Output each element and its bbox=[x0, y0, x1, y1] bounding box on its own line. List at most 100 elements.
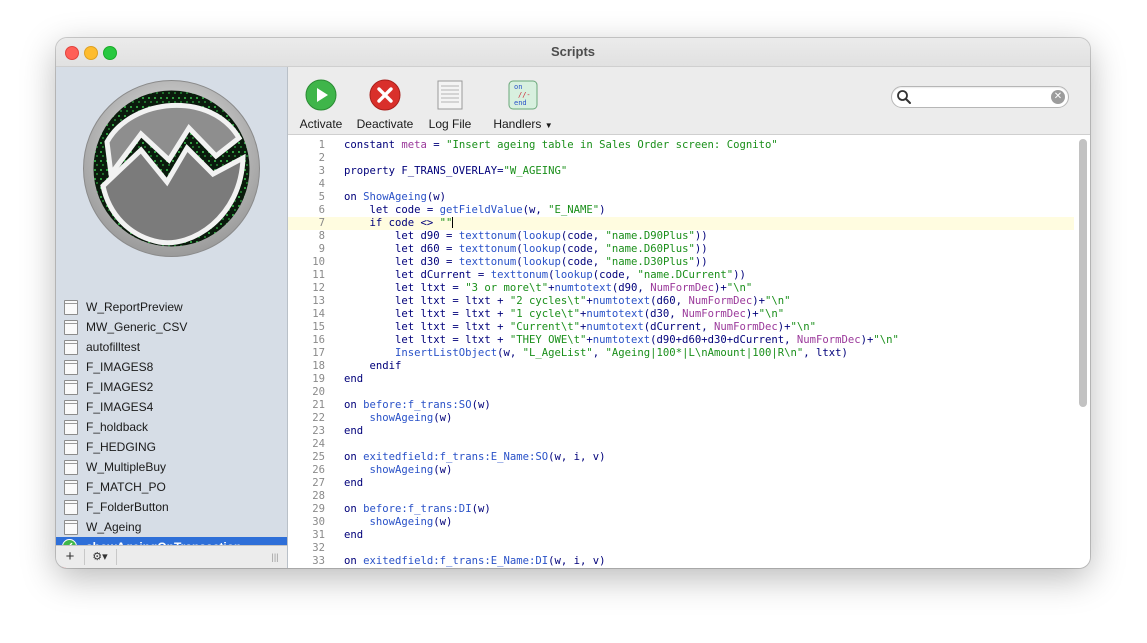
code-token: showAgeing bbox=[344, 516, 434, 528]
code-token: )+ bbox=[860, 334, 874, 346]
code-text: InsertListObject(w, "L_AgeList", "Ageing… bbox=[344, 347, 848, 360]
code-token: "name.D60Plus" bbox=[605, 243, 695, 255]
code-line[interactable]: 33 on exitedfield:f_trans:E_Name:DI(w, i,… bbox=[288, 555, 1074, 568]
code-line[interactable]: 26 showAgeing(w) bbox=[288, 464, 1074, 477]
code-line[interactable]: 12 let ltxt = "3 or more\t"+numtotext(d9… bbox=[288, 282, 1074, 295]
line-number: 23 bbox=[312, 425, 325, 437]
line-number: 21 bbox=[312, 399, 325, 411]
script-list-item[interactable]: F_MATCH_PO bbox=[56, 477, 287, 497]
code-line[interactable]: 4 bbox=[288, 178, 1074, 191]
code-token: NumFormDec bbox=[796, 334, 861, 346]
code-token: let d30 = bbox=[344, 256, 459, 268]
activate-button[interactable]: Activate bbox=[298, 79, 344, 131]
line-number: 1 bbox=[318, 139, 325, 151]
code-line[interactable]: 31 end bbox=[288, 529, 1074, 542]
code-line[interactable]: 19 end bbox=[288, 373, 1074, 386]
code-line[interactable]: 25 on exitedfield:f_trans:E_Name:SO(w, i,… bbox=[288, 451, 1074, 464]
line-number: 2 bbox=[318, 152, 325, 164]
code-token: numtotext bbox=[592, 295, 651, 307]
handlers-menu-button[interactable]: on //- end Handlers ▼ bbox=[492, 79, 554, 131]
code-token: )+ bbox=[752, 295, 765, 307]
code-line[interactable]: 29 on before:f_trans:DI(w) bbox=[288, 503, 1074, 516]
script-name: F_IMAGES8 bbox=[86, 360, 154, 374]
script-list-item[interactable]: W_ReportPreview bbox=[56, 297, 287, 317]
line-number: 6 bbox=[318, 204, 325, 216]
code-line[interactable]: 21 on before:f_trans:SO(w) bbox=[288, 399, 1074, 412]
resize-handle[interactable]: ||| bbox=[267, 546, 283, 568]
line-number: 19 bbox=[312, 373, 325, 385]
code-line[interactable]: 6 let code = getFieldValue(w, "E_NAME") bbox=[288, 204, 1074, 217]
code-line[interactable]: 2 bbox=[288, 152, 1074, 165]
line-number: 13 bbox=[312, 295, 325, 307]
code-token: (w) bbox=[426, 191, 447, 203]
code-token: let dCurrent = bbox=[344, 269, 491, 281]
code-token: numtotext bbox=[586, 321, 644, 333]
code-line[interactable]: 9 let d60 = texttonum(lookup(code, "name… bbox=[288, 243, 1074, 256]
code-line[interactable]: 7 if code <> "" bbox=[288, 217, 1074, 230]
script-document-icon bbox=[64, 340, 78, 355]
script-sidebar: W_ReportPreview MW_Generic_CSV autofilltes… bbox=[56, 67, 288, 568]
code-token: (w, i, v) bbox=[548, 555, 606, 567]
code-line[interactable]: 32 bbox=[288, 542, 1074, 555]
script-list-item[interactable]: W_Ageing bbox=[56, 517, 287, 537]
play-icon bbox=[305, 79, 337, 111]
script-list-item[interactable]: F_FolderButton bbox=[56, 497, 287, 517]
script-list-item[interactable]: F_holdback bbox=[56, 417, 287, 437]
code-line[interactable]: 28 bbox=[288, 490, 1074, 503]
code-line[interactable]: 27 end bbox=[288, 477, 1074, 490]
script-list-item[interactable]: MW_Generic_CSV bbox=[56, 317, 287, 337]
code-line[interactable]: 23 end bbox=[288, 425, 1074, 438]
search-field[interactable]: ✕ bbox=[891, 86, 1069, 108]
add-script-button[interactable]: + bbox=[60, 546, 80, 568]
script-name: F_FolderButton bbox=[86, 500, 169, 514]
code-line[interactable]: 14 let ltxt = ltxt + "1 cycle\t"+numtote… bbox=[288, 308, 1074, 321]
script-document-icon bbox=[64, 480, 78, 495]
handlers-icon-text-on: on bbox=[514, 83, 522, 91]
code-text: constant meta = "Insert ageing table in … bbox=[344, 139, 778, 152]
code-token: let ltxt = ltxt + bbox=[344, 308, 510, 320]
clear-search-icon[interactable]: ✕ bbox=[1051, 90, 1065, 104]
code-line[interactable]: 11 let dCurrent = texttonum(lookup(code,… bbox=[288, 269, 1074, 282]
code-editor[interactable]: 1 constant meta = "Insert ageing table in… bbox=[288, 135, 1090, 568]
code-text: property F_TRANS_OVERLAY="W_AGEING" bbox=[344, 165, 567, 178]
toolbar: Activate Deactivate Log File on //- end … bbox=[288, 67, 1090, 135]
code-token: (d60, bbox=[650, 295, 689, 307]
code-token: NumFormDec bbox=[650, 282, 714, 294]
deactivate-button[interactable]: Deactivate bbox=[356, 79, 414, 131]
script-document-icon bbox=[64, 500, 78, 515]
code-token: if code <> bbox=[344, 217, 440, 229]
code-line[interactable]: 1 constant meta = "Insert ageing table in… bbox=[288, 139, 1074, 152]
script-list-item[interactable]: F_IMAGES8 bbox=[56, 357, 287, 377]
line-number: 12 bbox=[312, 282, 325, 294]
code-line[interactable]: 3 property F_TRANS_OVERLAY="W_AGEING" bbox=[288, 165, 1074, 178]
log-file-button[interactable]: Log File bbox=[428, 79, 472, 131]
code-line[interactable]: 5 on ShowAgeing(w) bbox=[288, 191, 1074, 204]
script-name: W_MultipleBuy bbox=[86, 460, 167, 474]
script-list-item[interactable]: F_HEDGING bbox=[56, 437, 287, 457]
code-token: texttonum bbox=[458, 230, 517, 242]
code-text: on exitedfield:f_trans:E_Name:DI(w, i, v… bbox=[344, 555, 606, 568]
code-line[interactable]: 24 bbox=[288, 438, 1074, 451]
code-line[interactable]: 16 let ltxt = ltxt + "THEY OWE\t"+numtot… bbox=[288, 334, 1074, 347]
line-number: 29 bbox=[312, 503, 325, 515]
code-line[interactable]: 18 endif bbox=[288, 360, 1074, 373]
code-line[interactable]: 17 InsertListObject(w, "L_AgeList", "Age… bbox=[288, 347, 1074, 360]
script-document-icon bbox=[64, 360, 78, 375]
script-list-item[interactable]: W_MultipleBuy bbox=[56, 457, 287, 477]
code-line[interactable]: 22 showAgeing(w) bbox=[288, 412, 1074, 425]
script-list-item[interactable]: F_IMAGES4 bbox=[56, 397, 287, 417]
code-line[interactable]: 13 let ltxt = ltxt + "2 cycles\t"+numtot… bbox=[288, 295, 1074, 308]
gear-menu-button[interactable]: ⚙▾ bbox=[88, 546, 112, 568]
code-token: "name.D90Plus" bbox=[605, 230, 695, 242]
code-token: (d90, bbox=[611, 282, 651, 294]
code-token: (code, bbox=[560, 256, 606, 268]
line-number: 32 bbox=[312, 542, 325, 554]
code-line[interactable]: 8 let d90 = texttonum(lookup(code, "name… bbox=[288, 230, 1074, 243]
script-list-item[interactable]: autofilltest bbox=[56, 337, 287, 357]
vertical-scrollbar[interactable] bbox=[1079, 139, 1087, 407]
script-list-item[interactable]: F_IMAGES2 bbox=[56, 377, 287, 397]
code-line[interactable]: 20 bbox=[288, 386, 1074, 399]
code-line[interactable]: 15 let ltxt = ltxt + "Current\t"+numtote… bbox=[288, 321, 1074, 334]
code-line[interactable]: 30 showAgeing(w) bbox=[288, 516, 1074, 529]
code-line[interactable]: 10 let d30 = texttonum(lookup(code, "nam… bbox=[288, 256, 1074, 269]
